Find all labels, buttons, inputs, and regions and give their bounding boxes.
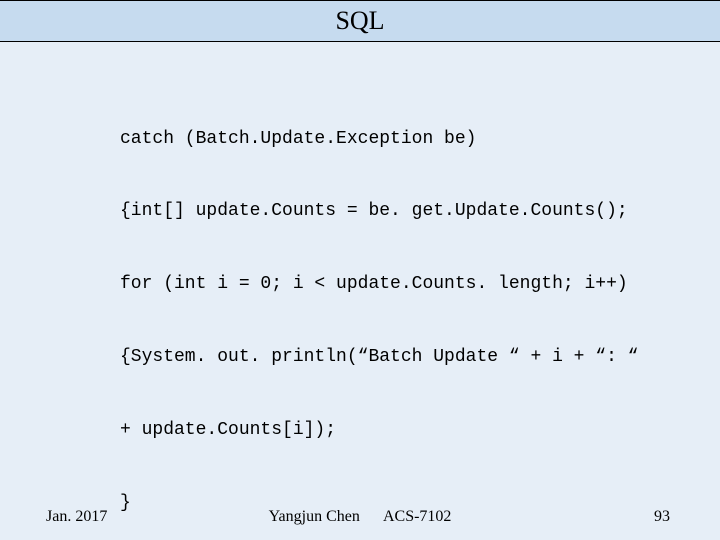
footer: Jan. 2017 Yangjun Chen ACS-7102 93 — [0, 504, 720, 526]
code-line: catch (Batch.Update.Exception be) — [120, 127, 680, 151]
footer-course: ACS-7102 — [383, 508, 451, 525]
footer-page-number: 93 — [654, 508, 670, 526]
code-line: {System. out. println(“Batch Update “ + … — [120, 345, 680, 369]
slide-title: SQL — [335, 6, 384, 36]
title-band: SQL — [0, 0, 720, 42]
footer-center: Yangjun Chen ACS-7102 — [0, 508, 720, 526]
code-line: for (int i = 0; i < update.Counts. lengt… — [120, 272, 680, 296]
code-line: + update.Counts[i]); — [120, 418, 680, 442]
slide: SQL catch (Batch.Update.Exception be) {i… — [0, 0, 720, 540]
code-line: {int[] update.Counts = be. get.Update.Co… — [120, 199, 680, 223]
code-block: catch (Batch.Update.Exception be) {int[]… — [60, 78, 680, 540]
footer-author: Yangjun Chen — [269, 508, 360, 525]
